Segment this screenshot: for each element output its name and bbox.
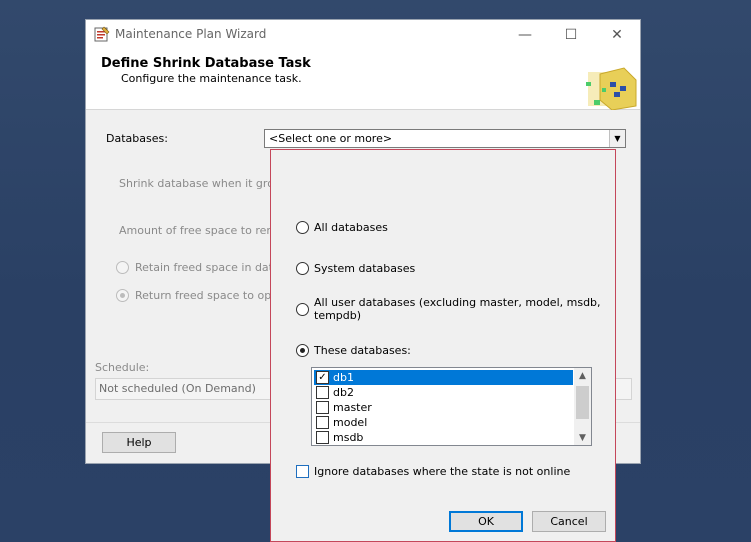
database-name: master bbox=[333, 401, 372, 414]
databases-label: Databases: bbox=[106, 132, 168, 145]
these-databases-radio[interactable] bbox=[296, 344, 309, 357]
database-selection-popup: All databases System databases All user … bbox=[270, 149, 616, 542]
system-databases-label: System databases bbox=[314, 262, 416, 275]
database-name: model bbox=[333, 416, 368, 429]
window-title: Maintenance Plan Wizard bbox=[115, 27, 267, 41]
ok-button[interactable]: OK bbox=[449, 511, 523, 532]
database-name: db1 bbox=[333, 371, 354, 384]
help-button[interactable]: Help bbox=[102, 432, 176, 453]
scroll-down-icon[interactable]: ▼ bbox=[574, 430, 591, 445]
return-freed-space-radio[interactable] bbox=[116, 289, 129, 302]
wizard-header: Define Shrink Database Task Configure th… bbox=[86, 49, 640, 110]
ignore-offline-label: Ignore databases where the state is not … bbox=[314, 465, 571, 478]
list-item[interactable]: msdb bbox=[314, 430, 573, 445]
checkbox[interactable] bbox=[316, 401, 329, 414]
checkbox-checked[interactable]: ✓ bbox=[316, 371, 329, 384]
list-item[interactable]: master bbox=[314, 400, 573, 415]
all-databases-label: All databases bbox=[314, 221, 388, 234]
wizard-app-icon bbox=[94, 26, 110, 42]
all-user-databases-label-cont: tempdb) bbox=[314, 309, 362, 322]
list-item[interactable]: db2 bbox=[314, 385, 573, 400]
page-subtitle: Configure the maintenance task. bbox=[121, 72, 302, 85]
system-databases-radio[interactable] bbox=[296, 262, 309, 275]
close-button[interactable]: ✕ bbox=[594, 20, 640, 49]
schedule-value: Not scheduled (On Demand) bbox=[99, 382, 256, 395]
chevron-down-icon[interactable]: ▼ bbox=[609, 130, 625, 147]
checkbox[interactable] bbox=[316, 386, 329, 399]
checkbox[interactable] bbox=[316, 431, 329, 444]
database-name: msdb bbox=[333, 431, 364, 444]
database-name: db2 bbox=[333, 386, 354, 399]
scroll-up-icon[interactable]: ▲ bbox=[574, 368, 591, 383]
wizard-header-graphic-icon bbox=[586, 67, 637, 110]
list-scrollbar[interactable]: ▲ ▼ bbox=[574, 368, 591, 445]
scroll-thumb[interactable] bbox=[576, 386, 589, 419]
page-title: Define Shrink Database Task bbox=[101, 56, 311, 71]
databases-dropdown[interactable]: <Select one or more> ▼ bbox=[264, 129, 626, 148]
title-bar[interactable]: Maintenance Plan Wizard — ☐ ✕ bbox=[86, 20, 640, 49]
these-databases-label: These databases: bbox=[314, 344, 411, 357]
databases-dropdown-value: <Select one or more> bbox=[269, 132, 393, 145]
database-list[interactable]: ✓ db1 db2 master model msdb ▲ ▼ bbox=[311, 367, 592, 446]
list-item[interactable]: ✓ db1 bbox=[314, 370, 573, 385]
minimize-button[interactable]: — bbox=[502, 20, 548, 49]
checkbox[interactable] bbox=[316, 416, 329, 429]
all-user-databases-label: All user databases (excluding master, mo… bbox=[314, 296, 601, 309]
schedule-label: Schedule: bbox=[95, 361, 150, 374]
maximize-button[interactable]: ☐ bbox=[548, 20, 594, 49]
list-item[interactable]: model bbox=[314, 415, 573, 430]
all-user-databases-radio[interactable] bbox=[296, 303, 309, 316]
retain-freed-space-radio[interactable] bbox=[116, 261, 129, 274]
cancel-button[interactable]: Cancel bbox=[532, 511, 606, 532]
all-databases-radio[interactable] bbox=[296, 221, 309, 234]
ignore-offline-checkbox[interactable] bbox=[296, 465, 309, 478]
